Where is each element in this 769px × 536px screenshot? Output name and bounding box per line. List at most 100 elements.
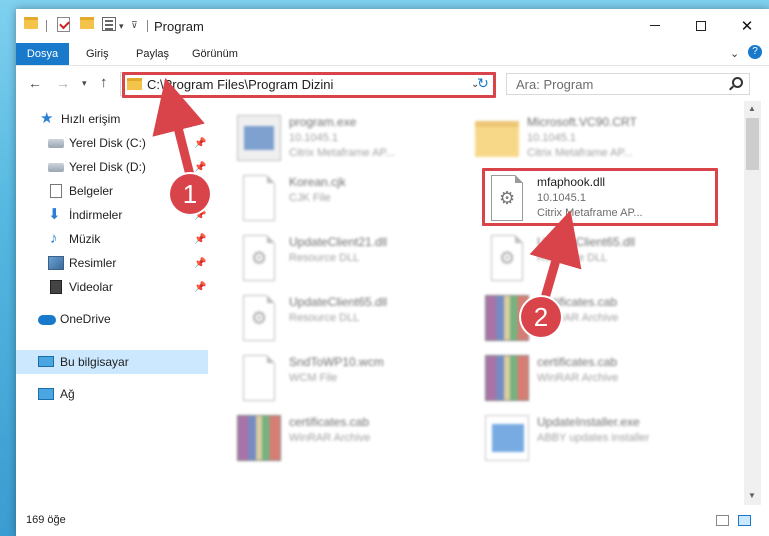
pin-icon[interactable]: 📌 [194,138,206,149]
search-input[interactable]: Ara: Program [506,73,750,95]
select-all-icon[interactable] [102,17,116,31]
vertical-scrollbar[interactable]: ▲ ▼ [744,101,761,505]
close-icon: ✕ [740,17,754,35]
computer-icon [38,356,54,367]
file-item-updateclient21-dll[interactable]: UpdateClient21.dll Resource DLL [237,231,477,287]
star-icon: ★ [40,110,54,127]
winrar-icon [485,355,529,401]
sidebar-item-onedrive[interactable]: OneDrive [16,307,208,331]
sidebar-item-label: Müzik [69,232,101,246]
scrollbar-thumb[interactable] [746,118,759,170]
download-icon: ⬇ [48,206,61,223]
file-type: WinRAR Archive [289,432,371,444]
music-icon: ♪ [50,230,58,247]
document-icon [243,175,275,221]
window-title: Program [154,19,204,34]
document-icon [243,355,275,401]
file-item-updateclient65-dll[interactable]: UpdateClient65.dll Resource DLL [237,291,477,347]
file-name: program.exe [289,115,357,129]
up-arrow-icon[interactable]: ↑ [100,74,108,91]
file-type: WCM File [289,372,338,384]
file-name: certificates.cab [289,415,370,429]
file-description: Citrix Metaframe AP... [289,147,395,159]
file-type: WinRAR Archive [537,372,619,384]
chevron-down-icon[interactable]: ▾ [119,21,124,32]
folder-icon [24,17,38,29]
file-item-korean-cjk[interactable]: Korean.cjk CJK File [237,171,477,227]
step-1-callout: 1 [170,174,210,214]
close-button[interactable]: ✕ [724,9,769,42]
sidebar-item-label: OneDrive [60,312,111,326]
folder-icon [475,121,519,157]
file-item-certificates-cab[interactable]: certificates.cab WinRAR Archive [485,351,725,407]
documents-icon [50,184,62,198]
tab-view[interactable]: Görünüm [192,43,238,65]
new-folder-icon[interactable] [80,17,94,29]
details-view-icon[interactable] [716,515,729,526]
pin-icon[interactable]: 📌 [194,162,206,173]
help-icon[interactable]: ? [748,45,762,59]
videos-icon [50,280,62,294]
sidebar-item-network[interactable]: Ağ [16,382,208,406]
dll-gear-icon [243,235,275,281]
navigation-pane: ★ Hızlı erişim Yerel Disk (C:) 📌 Yerel D… [16,101,208,505]
tab-home[interactable]: Giriş [86,43,109,65]
sidebar-item-label: Belgeler [69,184,114,198]
sidebar-item-this-pc[interactable]: Bu bilgisayar [16,350,208,374]
sidebar-item-label: Resimler [69,256,117,270]
properties-icon[interactable] [57,17,70,32]
step-2-callout: 2 [521,297,561,337]
sidebar-item-label: İndirmeler [69,208,123,222]
large-icons-view-icon[interactable] [738,515,751,526]
back-arrow-icon[interactable]: ← [28,75,42,91]
winrar-icon [237,415,281,461]
sidebar-item-local-disk-c[interactable]: Yerel Disk (C:) 📌 [16,131,208,155]
drive-icon [48,163,64,172]
maximize-button[interactable] [678,9,724,42]
file-type: CJK File [289,192,331,204]
sidebar-item-local-disk-d[interactable]: Yerel Disk (D:) 📌 [16,155,208,179]
forward-arrow-icon[interactable]: → [56,75,70,91]
sidebar-item-quick-access[interactable]: ★ Hızlı erişim [16,107,208,131]
file-item-sndtowp10-wcm[interactable]: SndToWP10.wcm WCM File [237,351,477,407]
file-name: certificates.cab [537,355,618,369]
dll-gear-icon [243,295,275,341]
file-item-updateclient65-dll[interactable]: UpdateClient65.dll Resource DLL [485,231,725,287]
pin-icon[interactable]: 📌 [194,282,206,293]
drive-icon [48,139,64,148]
cloud-icon [38,315,56,325]
address-bar-highlight [122,72,496,98]
sidebar-item-label: Hızlı erişim [61,112,121,126]
file-name: UpdateInstaller.exe [537,415,640,429]
recent-locations-icon[interactable]: ▾ [82,78,87,89]
scroll-down-icon[interactable]: ▼ [748,491,756,500]
file-item-certificates-cab[interactable]: certificates.cab WinRAR Archive [237,411,477,467]
pin-icon[interactable]: 📌 [194,234,206,245]
sidebar-item-pictures[interactable]: Resimler 📌 [16,251,208,275]
file-name: SndToWP10.wcm [289,355,384,369]
scroll-up-icon[interactable]: ▲ [748,104,756,113]
file-item-vc90-crt[interactable]: Microsoft.VC90.CRT 10.1045.1 Citrix Meta… [475,111,715,167]
file-type: Resource DLL [289,312,360,324]
network-icon [38,388,54,400]
file-item-program-exe[interactable]: program.exe 10.1045.1 Citrix Metaframe A… [237,111,477,167]
tab-file[interactable]: Dosya [16,43,69,65]
search-icon[interactable] [732,77,743,88]
file-version: 10.1045.1 [527,132,576,144]
customize-toolbar-icon[interactable]: ⊽ [131,20,138,31]
minimize-button[interactable] [632,9,678,42]
exe-icon [237,115,281,161]
sidebar-item-music[interactable]: ♪ Müzik 📌 [16,227,208,251]
minimize-icon [650,25,660,26]
pin-icon[interactable]: 📌 [194,258,206,269]
ribbon-tabs: Dosya Giriş Paylaş Görünüm ⌄ ? [16,43,769,65]
status-bar: 169 öğe [16,505,769,536]
file-type: Resource DLL [537,252,608,264]
tab-share[interactable]: Paylaş [136,43,169,65]
sidebar-item-videos[interactable]: Videolar 📌 [16,275,208,299]
sidebar-item-label: Yerel Disk (D:) [69,160,146,174]
file-item-updateinstaller-exe[interactable]: UpdateInstaller.exe ABBY updates install… [485,411,725,467]
file-version: 10.1045.1 [289,132,338,144]
dll-gear-icon [491,235,523,281]
expand-ribbon-icon[interactable]: ⌄ [730,47,739,60]
